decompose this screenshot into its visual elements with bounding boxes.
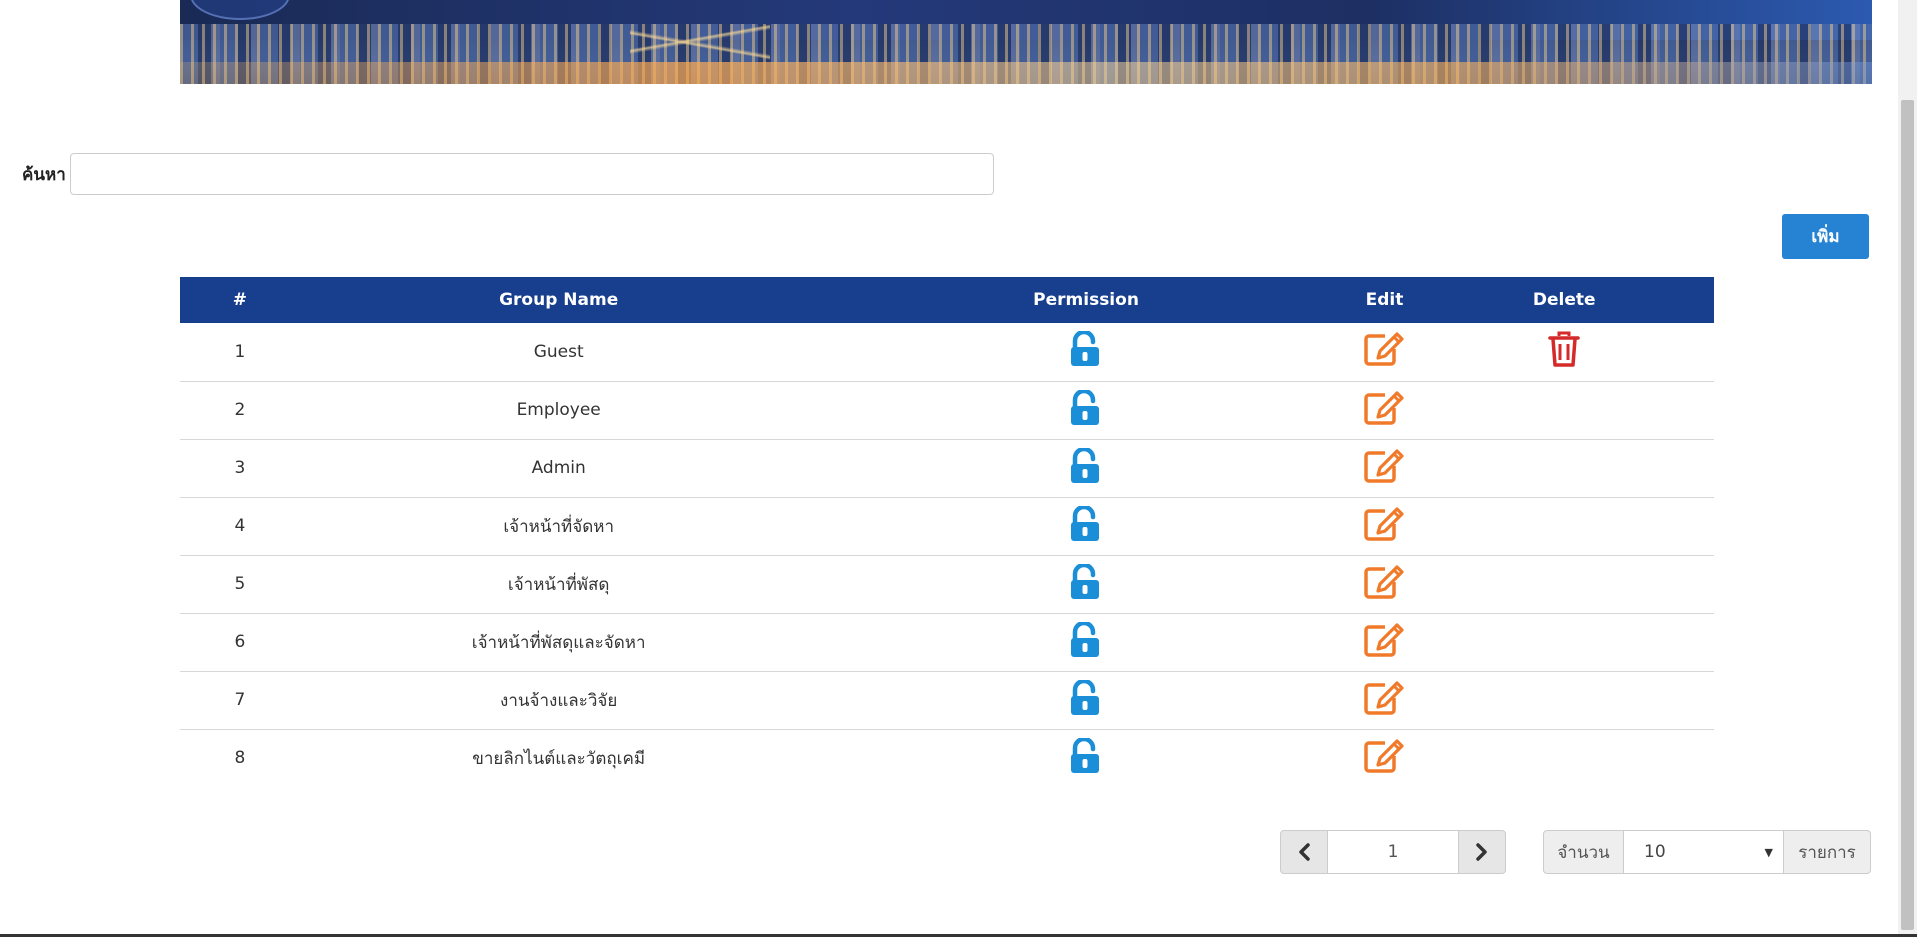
header-banner	[180, 0, 1872, 84]
scrollbar-thumb[interactable]	[1901, 100, 1914, 930]
edit-icon	[1364, 622, 1405, 657]
search-input[interactable]	[70, 153, 994, 195]
edit-icon	[1364, 506, 1405, 541]
unlock-icon	[1071, 389, 1100, 425]
header-group-name: Group Name	[299, 277, 818, 323]
header-delete: Delete	[1414, 277, 1714, 323]
table-header-row: # Group Name Permission Edit Delete	[180, 277, 1714, 323]
edit-icon	[1364, 390, 1405, 425]
trash-icon	[1548, 331, 1580, 367]
unlock-icon	[1071, 331, 1100, 367]
table-row: 7 งานจ้างและวิจัย	[180, 671, 1714, 730]
search-label: ค้นหา	[22, 164, 66, 184]
row-group-name: ขายลิกไนต์และวัตถุเคมี	[472, 748, 646, 769]
row-number: 3	[180, 439, 300, 498]
chevron-left-icon	[1299, 843, 1310, 861]
row-number: 7	[180, 671, 300, 730]
table-row: 8 ขายลิกไนต์และวัตถุเคมี	[180, 729, 1714, 787]
edit-icon	[1364, 448, 1405, 483]
permission-button[interactable]	[1069, 447, 1103, 484]
row-number: 8	[234, 748, 246, 769]
delete-button[interactable]	[1548, 331, 1580, 367]
unlock-icon	[1071, 679, 1100, 715]
table-row: 4 เจ้าหน้าที่จัดหา	[180, 497, 1714, 556]
edit-button[interactable]	[1363, 680, 1405, 716]
row-group-name: เจ้าหน้าที่จัดหา	[299, 497, 818, 556]
pagination	[1280, 830, 1506, 874]
permission-button[interactable]	[1069, 679, 1103, 716]
page-size-select[interactable]: 10 ▼	[1624, 830, 1784, 874]
unlock-icon	[1071, 447, 1100, 483]
row-group-name: Employee	[299, 381, 818, 440]
edit-button[interactable]	[1363, 448, 1405, 484]
row-group-name: Guest	[299, 323, 818, 382]
permission-button[interactable]	[1069, 563, 1103, 600]
row-number: 2	[180, 381, 300, 440]
row-number: 4	[180, 497, 300, 556]
edit-icon	[1364, 680, 1405, 715]
edit-button[interactable]	[1363, 564, 1405, 600]
header-permission: Permission	[817, 277, 1355, 323]
chevron-right-icon	[1476, 843, 1487, 861]
permission-button[interactable]	[1069, 621, 1103, 658]
permission-button[interactable]	[1069, 331, 1103, 367]
edit-icon	[1364, 332, 1405, 366]
row-group-name: Admin	[299, 439, 818, 498]
edit-button[interactable]	[1363, 738, 1405, 774]
row-group-name: เจ้าหน้าที่พัสดุ	[299, 555, 818, 614]
edit-icon	[1364, 564, 1405, 599]
unlock-icon	[1071, 737, 1100, 773]
page-size-prefix: จำนวน	[1543, 830, 1624, 874]
edit-button[interactable]	[1363, 331, 1405, 367]
edit-icon	[1364, 739, 1405, 773]
row-number: 1	[180, 323, 300, 382]
prev-page-button[interactable]	[1280, 830, 1328, 874]
unlock-icon	[1071, 621, 1100, 657]
page-size-control: จำนวน 10 ▼ รายการ	[1543, 830, 1871, 874]
next-page-button[interactable]	[1458, 830, 1506, 874]
row-number: 5	[180, 555, 300, 614]
vertical-scrollbar[interactable]	[1898, 0, 1917, 937]
unlock-icon	[1071, 505, 1100, 541]
caret-down-icon: ▼	[1764, 845, 1773, 859]
page-size-suffix: รายการ	[1784, 830, 1871, 874]
search-bar: ค้นหา	[22, 153, 994, 195]
table-row: 2 Employee	[180, 381, 1714, 440]
page-number-input[interactable]	[1328, 830, 1458, 874]
add-button[interactable]: เพิ่ม	[1782, 214, 1869, 259]
edit-button[interactable]	[1363, 622, 1405, 658]
table-row: 1 Guest	[180, 323, 1714, 382]
row-group-name: งานจ้างและวิจัย	[299, 671, 818, 730]
edit-button[interactable]	[1363, 506, 1405, 542]
header-num: #	[180, 277, 300, 323]
permission-button[interactable]	[1069, 505, 1103, 542]
group-table: # Group Name Permission Edit Delete 1 Gue…	[180, 277, 1714, 787]
table-row: 6 เจ้าหน้าที่พัสดุและจัดหา	[180, 613, 1714, 672]
header-edit: Edit	[1354, 277, 1415, 323]
unlock-icon	[1071, 563, 1100, 599]
table-row: 5 เจ้าหน้าที่พัสดุ	[180, 555, 1714, 614]
permission-button[interactable]	[1069, 389, 1103, 426]
page-size-value: 10	[1644, 842, 1666, 862]
edit-button[interactable]	[1363, 390, 1405, 426]
permission-button[interactable]	[1069, 737, 1103, 774]
table-row: 3 Admin	[180, 439, 1714, 498]
row-number: 6	[180, 613, 300, 672]
row-group-name: เจ้าหน้าที่พัสดุและจัดหา	[299, 613, 818, 672]
